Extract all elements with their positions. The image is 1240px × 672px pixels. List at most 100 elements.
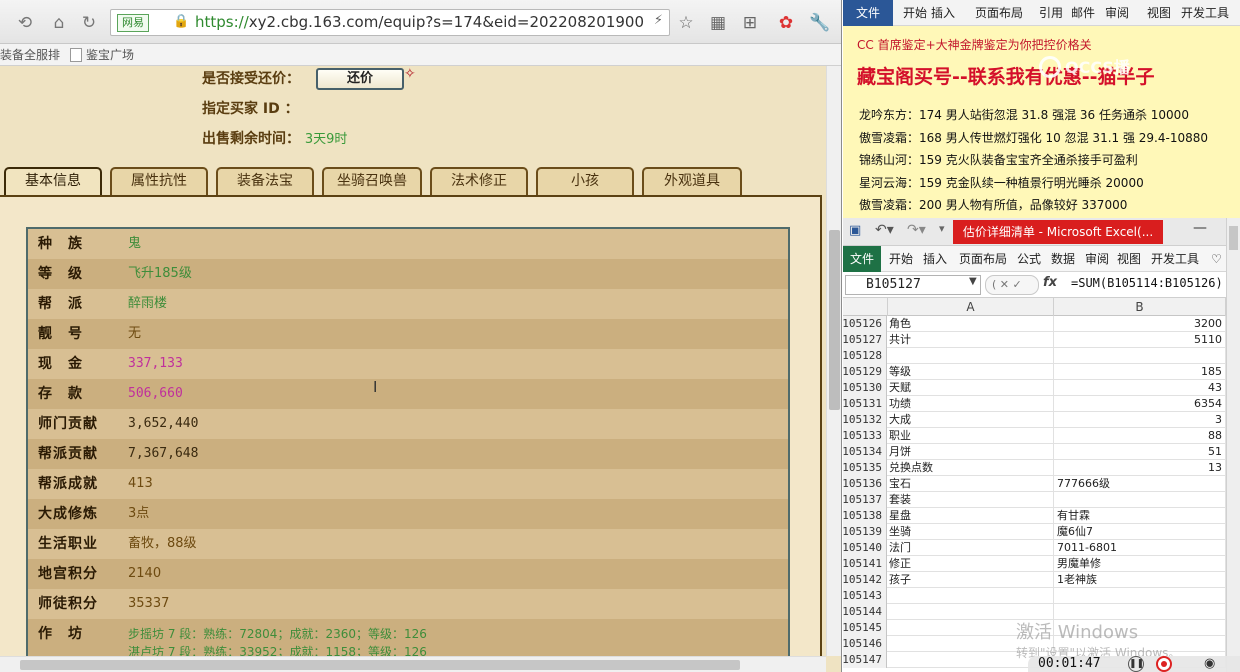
stop-record-icon[interactable]	[1156, 656, 1172, 672]
bookmark-1[interactable]: 装备全服排	[0, 44, 60, 66]
cell-a[interactable]: 坐骑	[887, 524, 1054, 540]
name-box[interactable]: B105127	[845, 275, 981, 295]
cell-b[interactable]: 6354	[1054, 396, 1226, 412]
help-icon[interactable]: ♡	[1211, 246, 1222, 272]
excel-ribbon-tab[interactable]: 视图	[1117, 246, 1141, 272]
cell-a[interactable]: 等级	[887, 364, 1054, 380]
tab-basic-info[interactable]: 基本信息	[4, 167, 102, 197]
excel-file-tab[interactable]: 文件	[843, 246, 881, 272]
row-header[interactable]: 105147	[843, 652, 887, 668]
cell-b[interactable]: 777666级	[1054, 476, 1226, 492]
cell-a[interactable]: 角色	[887, 316, 1054, 332]
cell-b[interactable]	[1054, 348, 1226, 364]
extension-icon[interactable]: ✿	[774, 11, 798, 35]
excel-ribbon-tab[interactable]: 开始	[889, 246, 913, 272]
cell-a[interactable]: 月饼	[887, 444, 1054, 460]
excel-ribbon-tab[interactable]: 数据	[1051, 246, 1075, 272]
row-header[interactable]: 105143	[843, 588, 887, 604]
tab-spell-correction[interactable]: 法术修正	[430, 167, 528, 195]
word-ribbon-tab[interactable]: 邮件	[1071, 0, 1095, 26]
row-header[interactable]: 105138	[843, 508, 887, 524]
bookmark-2[interactable]: 鉴宝广场	[70, 44, 134, 66]
row-header[interactable]: 105141	[843, 556, 887, 572]
excel-ribbon-tab[interactable]: 公式	[1017, 246, 1041, 272]
row-header[interactable]: 105131	[843, 396, 887, 412]
grid-icon[interactable]: ▦	[706, 11, 730, 35]
row-header[interactable]: 105133	[843, 428, 887, 444]
star-icon[interactable]: ☆	[674, 11, 698, 35]
column-header-a[interactable]: A	[887, 298, 1054, 316]
cell-a[interactable]	[887, 348, 1054, 364]
scroll-thumb[interactable]	[1229, 226, 1238, 250]
chevron-down-icon[interactable]: ▼	[969, 276, 977, 287]
fx-icon[interactable]: fx	[1043, 275, 1057, 290]
tab-children[interactable]: 小孩	[536, 167, 634, 195]
cell-b[interactable]: 男魔单修	[1054, 556, 1226, 572]
formula-input[interactable]: =SUM(B105114:B105126)	[1071, 276, 1223, 290]
cell-a[interactable]	[887, 588, 1054, 604]
excel-ribbon-tab[interactable]: 开发工具	[1151, 246, 1199, 272]
row-header[interactable]: 105134	[843, 444, 887, 460]
row-header[interactable]: 105144	[843, 604, 887, 620]
refresh-icon[interactable]: ↻	[78, 12, 100, 34]
cell-b[interactable]	[1054, 492, 1226, 508]
address-bar[interactable]: 网易 🔒 https://xy2.cbg.163.com/equip?s=174…	[110, 9, 670, 36]
row-header[interactable]: 105130	[843, 380, 887, 396]
row-header[interactable]: 105142	[843, 572, 887, 588]
save-icon[interactable]: ▣	[849, 224, 863, 238]
cell-b[interactable]: 5110	[1054, 332, 1226, 348]
excel-ribbon-tab[interactable]: 页面布局	[959, 246, 1007, 272]
excel-ribbon-tab[interactable]: 审阅	[1085, 246, 1109, 272]
window-icon[interactable]: ⊞	[738, 11, 762, 35]
page-vertical-scrollbar[interactable]	[826, 66, 841, 656]
row-header[interactable]: 105145	[843, 620, 887, 636]
cell-b[interactable]: 3200	[1054, 316, 1226, 332]
cell-b[interactable]: 88	[1054, 428, 1226, 444]
row-header[interactable]: 105128	[843, 348, 887, 364]
scroll-thumb[interactable]	[20, 660, 740, 670]
cell-a[interactable]: 兑换点数	[887, 460, 1054, 476]
minimize-icon[interactable]: —	[1193, 220, 1207, 236]
home-icon[interactable]: ⌂	[48, 12, 70, 34]
word-file-tab[interactable]: 文件	[843, 0, 893, 26]
row-header[interactable]: 105146	[843, 636, 887, 652]
row-header[interactable]: 105140	[843, 540, 887, 556]
url-text[interactable]: https://xy2.cbg.163.com/equip?s=174&eid=…	[195, 10, 645, 35]
cell-b[interactable]: 13	[1054, 460, 1226, 476]
tab-mounts-pets[interactable]: 坐骑召唤兽	[322, 167, 422, 195]
cell-a[interactable]: 职业	[887, 428, 1054, 444]
row-header[interactable]: 105126	[843, 316, 887, 332]
scroll-thumb[interactable]	[829, 230, 840, 410]
cell-b[interactable]: 魔6仙7	[1054, 524, 1226, 540]
undo-icon[interactable]: ↶▾	[875, 222, 894, 238]
row-header[interactable]: 105132	[843, 412, 887, 428]
column-header-b[interactable]: B	[1054, 298, 1226, 316]
word-ribbon-tab[interactable]: 审阅	[1105, 0, 1129, 26]
camera-icon[interactable]: ◉	[1204, 656, 1215, 672]
word-ribbon-tab[interactable]: 开始	[903, 0, 927, 26]
cell-b[interactable]: 51	[1054, 444, 1226, 460]
cell-b[interactable]: 7011-6801	[1054, 540, 1226, 556]
cell-b[interactable]: 3	[1054, 412, 1226, 428]
cell-a[interactable]: 法门	[887, 540, 1054, 556]
word-ribbon-tab[interactable]: 页面布局	[975, 0, 1023, 26]
sheet-vertical-scrollbar[interactable]	[1226, 218, 1240, 672]
row-header[interactable]: 105136	[843, 476, 887, 492]
row-header[interactable]: 105127	[843, 332, 887, 348]
row-header[interactable]: 105137	[843, 492, 887, 508]
page-horizontal-scrollbar[interactable]	[0, 656, 826, 672]
counter-offer-button[interactable]: 还价	[316, 68, 404, 90]
lightning-icon[interactable]: ⚡	[654, 13, 663, 28]
cell-a[interactable]: 共计	[887, 332, 1054, 348]
word-document[interactable]: CC 首席鉴定+大神金牌鉴定为你把控价格关 藏宝阁买号--联系我有优惠--猫半子…	[843, 26, 1240, 218]
wrench-icon[interactable]: 🔧	[808, 11, 832, 35]
cell-b[interactable]: 43	[1054, 380, 1226, 396]
formula-controls[interactable]: ( ✕ ✓	[985, 275, 1039, 295]
tab-equipment[interactable]: 装备法宝	[216, 167, 314, 195]
word-ribbon-tab[interactable]: 开发工具	[1181, 0, 1229, 26]
cell-a[interactable]: 宝石	[887, 476, 1054, 492]
cell-b[interactable]: 有甘霖	[1054, 508, 1226, 524]
pause-icon[interactable]: ❚❚	[1128, 656, 1144, 672]
back-icon[interactable]: ⟲	[14, 12, 36, 34]
word-ribbon-tab[interactable]: 引用	[1039, 0, 1063, 26]
